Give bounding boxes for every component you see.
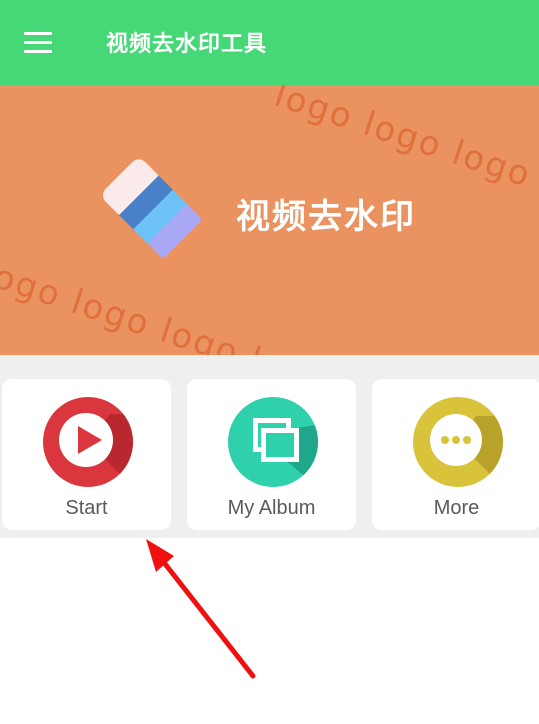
menu-icon	[24, 31, 52, 35]
tile-label-start: Start	[65, 497, 108, 519]
more-dots-icon	[410, 394, 506, 490]
app-title: 视频去水印工具	[106, 32, 268, 57]
start-button[interactable]: Start	[2, 379, 171, 530]
photos-icon	[225, 394, 321, 490]
eraser-icon	[102, 159, 201, 258]
watermark-text: logo logo logo	[269, 85, 537, 196]
menu-icon	[24, 49, 52, 53]
tile-label-my-album: My Album	[227, 497, 316, 519]
banner-title: 视频去水印	[236, 197, 416, 237]
menu-button[interactable]	[16, 24, 60, 60]
menu-icon	[24, 40, 52, 44]
more-button[interactable]: More	[372, 379, 539, 530]
app-bar: 视频去水印工具	[0, 0, 539, 85]
tile-label-more: More	[433, 497, 480, 519]
play-icon	[40, 394, 136, 490]
banner: logo logo logo logo logo logo lo 视频去水印	[0, 85, 539, 355]
action-tiles: Start My Album More	[0, 355, 539, 538]
my-album-button[interactable]: My Album	[187, 379, 356, 530]
